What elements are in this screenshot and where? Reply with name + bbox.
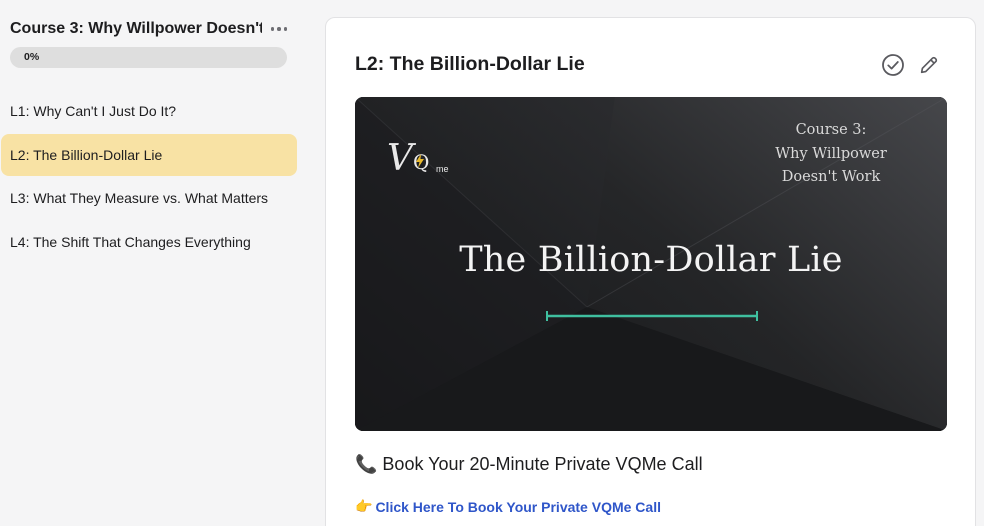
lesson-label: L4: The Shift That Changes Everything <box>10 233 251 250</box>
book-call-heading: 📞 Book Your 20-Minute Private VQMe Call <box>355 454 703 475</box>
thumbnail-course-label: Course 3: Why Willpower Doesn't Work <box>761 119 901 190</box>
book-call-heading-text: Book Your 20-Minute Private VQMe Call <box>382 454 703 474</box>
lesson-item-l2[interactable]: L2: The Billion-Dollar Lie <box>1 133 297 176</box>
lesson-label: L1: Why Can't I Just Do It? <box>10 103 177 119</box>
logo-suffix-me: me <box>436 164 449 174</box>
lesson-card: L2: The Billion-Dollar Lie V me Course 3… <box>325 17 976 526</box>
lesson-label: L3: What They Measure vs. What Matters <box>10 190 269 206</box>
lesson-list: L1: Why Can't I Just Do It? L2: The Bill… <box>0 90 300 264</box>
lesson-item-l4[interactable]: L4: The Shift That Changes Everything <box>1 221 297 263</box>
course-progress-bar: 0% <box>10 47 287 68</box>
course-sidebar: Course 3: Why Willpower Doesn't... 0% L1… <box>0 0 300 526</box>
vqme-logo: V Q me <box>387 137 467 185</box>
thumbnail-course-line: Doesn't Work <box>781 169 881 185</box>
thumbnail-accent-underline <box>546 311 758 321</box>
mark-complete-icon[interactable] <box>880 52 906 78</box>
lesson-title: L2: The Billion-Dollar Lie <box>355 53 585 75</box>
progress-label: 0% <box>24 51 40 63</box>
book-call-link[interactable]: 👉 Click Here To Book Your Private VQMe C… <box>355 499 661 515</box>
lesson-label: L2: The Billion-Dollar Lie <box>10 146 163 163</box>
lesson-video-thumbnail[interactable]: V Q me Course 3: Why Willpower Doesn't W… <box>355 97 947 431</box>
course-title: Course 3: Why Willpower Doesn't... <box>10 20 262 37</box>
thumbnail-course-line: Course 3: <box>795 122 867 138</box>
book-call-link-text: Click Here To Book Your Private VQMe Cal… <box>375 499 661 515</box>
more-options-icon[interactable] <box>268 20 290 38</box>
lightning-bolt-icon <box>416 154 424 168</box>
telephone-icon: 📞 <box>355 454 378 475</box>
pointing-hand-icon: 👉 <box>355 499 373 515</box>
thumbnail-course-line: Why Willpower <box>775 145 887 162</box>
lesson-item-l1[interactable]: L1: Why Can't I Just Do It? <box>1 90 297 132</box>
course-header: Course 3: Why Willpower Doesn't... <box>10 18 290 40</box>
thumbnail-title: The Billion-Dollar Lie <box>459 240 843 280</box>
lesson-item-l3[interactable]: L3: What They Measure vs. What Matters <box>1 177 297 219</box>
logo-letter-v: V <box>387 138 413 179</box>
edit-pencil-icon[interactable] <box>916 52 942 78</box>
